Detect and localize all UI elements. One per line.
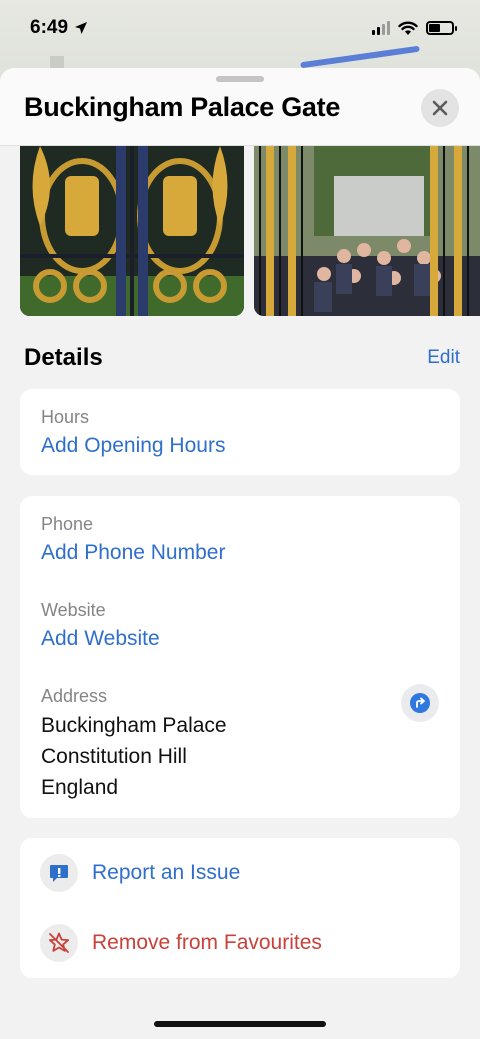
report-issue-label: Report an Issue: [92, 861, 241, 884]
status-time: 6:49: [30, 17, 88, 39]
photo-gate-crest[interactable]: [20, 146, 244, 316]
add-opening-hours-link[interactable]: Add Opening Hours: [41, 434, 225, 458]
location-arrow-icon: [75, 22, 88, 34]
photo-gate-crowd[interactable]: [254, 146, 480, 316]
details-header: Details Edit: [24, 344, 460, 372]
wifi-icon: [398, 21, 418, 35]
directions-button[interactable]: [401, 684, 439, 722]
close-button[interactable]: [421, 89, 459, 127]
sheet-header: Buckingham Palace Gate: [0, 68, 480, 146]
signal-icon: [372, 21, 390, 35]
report-icon: [40, 854, 78, 892]
address-value[interactable]: Buckingham Palace Constitution Hill Engl…: [41, 710, 227, 803]
website-label: Website: [41, 600, 106, 620]
hours-label: Hours: [41, 407, 90, 427]
clock: 6:49: [30, 17, 69, 38]
home-indicator[interactable]: [154, 1021, 326, 1027]
edit-button[interactable]: Edit: [427, 347, 460, 369]
report-issue-button[interactable]: Report an Issue: [40, 854, 240, 892]
status-icons: [372, 21, 457, 36]
address-line-1: Buckingham Palace: [41, 714, 227, 737]
place-title: Buckingham Palace Gate: [24, 92, 341, 122]
remove-favourite-label: Remove from Favourites: [92, 931, 322, 954]
phone-label: Phone: [41, 514, 94, 534]
place-sheet: Buckingham Palace Gate Details Edit Hour…: [0, 68, 480, 1039]
photo-gallery[interactable]: [20, 146, 480, 316]
close-icon: [432, 100, 448, 116]
address-line-2: Constitution Hill: [41, 745, 187, 768]
sheet-grabber[interactable]: [216, 76, 264, 82]
address-label: Address: [41, 686, 108, 706]
actions-card: Report an Issue Remove from Favourites: [20, 838, 460, 978]
directions-icon: [410, 693, 430, 713]
address-line-3: England: [41, 776, 119, 799]
battery-icon: [426, 21, 457, 35]
status-bar: 6:49: [0, 0, 480, 56]
star-remove-icon: [40, 924, 78, 962]
details-heading: Details: [24, 344, 103, 371]
contact-card: Phone Add Phone Number Website Add Websi…: [20, 496, 460, 818]
remove-favourite-button[interactable]: Remove from Favourites: [40, 924, 322, 962]
add-website-link[interactable]: Add Website: [41, 627, 160, 651]
add-phone-number-link[interactable]: Add Phone Number: [41, 541, 225, 565]
hours-card: Hours Add Opening Hours: [20, 389, 460, 475]
